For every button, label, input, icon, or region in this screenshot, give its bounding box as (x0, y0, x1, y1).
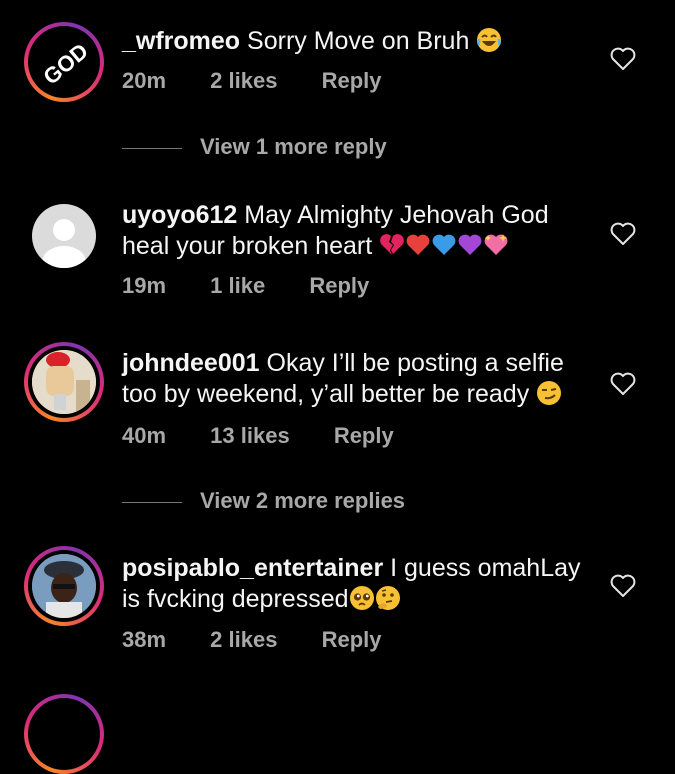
avatar[interactable] (24, 342, 104, 422)
username[interactable]: uyoyo612 (122, 201, 237, 229)
likes-count[interactable]: 2 likes (210, 627, 277, 653)
blue-heart-icon (432, 234, 456, 255)
username[interactable]: _wfromeo (122, 27, 240, 55)
avatar[interactable] (24, 196, 104, 276)
comment-body: posipablo_entertainer I guess omahLay is… (122, 553, 592, 615)
sparkling-heart-icon (484, 234, 508, 255)
heart-icon[interactable] (610, 574, 636, 598)
svg-text:GOD: GOD (38, 38, 92, 89)
default-avatar-icon (42, 219, 86, 268)
timestamp: 19m (122, 273, 167, 298)
view-more-replies-button[interactable]: View 1 more reply (122, 134, 387, 160)
reply-button[interactable]: Reply (322, 68, 382, 94)
timestamp: 38m (122, 627, 167, 652)
next-comment-avatar[interactable] (24, 694, 104, 774)
divider (122, 147, 182, 149)
reply-button[interactable]: Reply (309, 273, 369, 299)
username[interactable]: posipablo_entertainer (122, 554, 383, 582)
timestamp: 20m (122, 68, 167, 93)
red-heart-icon (406, 234, 430, 255)
view-more-replies-button[interactable]: View 2 more replies (122, 488, 405, 514)
god-logo-icon: GOD (38, 38, 92, 89)
timestamp: 40m (122, 423, 167, 448)
comment-text: Sorry Move on Bruh (247, 27, 470, 55)
comment-body: uyoyo612 May Almighty Jehovah God heal y… (122, 200, 592, 262)
reply-button[interactable]: Reply (334, 423, 394, 449)
smirking-face-icon (537, 381, 562, 405)
comment-meta: 38m 2 likes Reply (122, 627, 420, 653)
avatar[interactable]: GOD (24, 22, 104, 102)
reply-button[interactable]: Reply (322, 627, 382, 653)
face-with-tears-of-joy-icon (477, 28, 502, 52)
heart-icon[interactable] (610, 47, 636, 71)
heart-icon[interactable] (610, 222, 636, 246)
comment-body: _wfromeo Sorry Move on Bruh (122, 26, 592, 57)
username[interactable]: johndee001 (122, 349, 260, 377)
broken-heart-icon (380, 234, 404, 255)
likes-count[interactable]: 13 likes (210, 423, 290, 449)
profile-photo-icon (32, 554, 96, 618)
likes-count[interactable]: 1 like (210, 273, 265, 299)
divider (122, 501, 182, 503)
thinking-face-icon (375, 586, 400, 610)
likes-count[interactable]: 2 likes (210, 68, 277, 94)
comment-meta: 40m 13 likes Reply (122, 423, 432, 449)
heart-icon[interactable] (610, 372, 636, 396)
comment-body: johndee001 Okay I’ll be posting a selfie… (122, 348, 592, 410)
purple-heart-icon (458, 234, 482, 255)
profile-photo-icon (32, 350, 96, 414)
avatar[interactable] (24, 546, 104, 626)
comment-meta: 20m 2 likes Reply (122, 68, 420, 94)
comment-meta: 19m 1 like Reply (122, 273, 407, 299)
pleading-face-icon (349, 586, 374, 610)
